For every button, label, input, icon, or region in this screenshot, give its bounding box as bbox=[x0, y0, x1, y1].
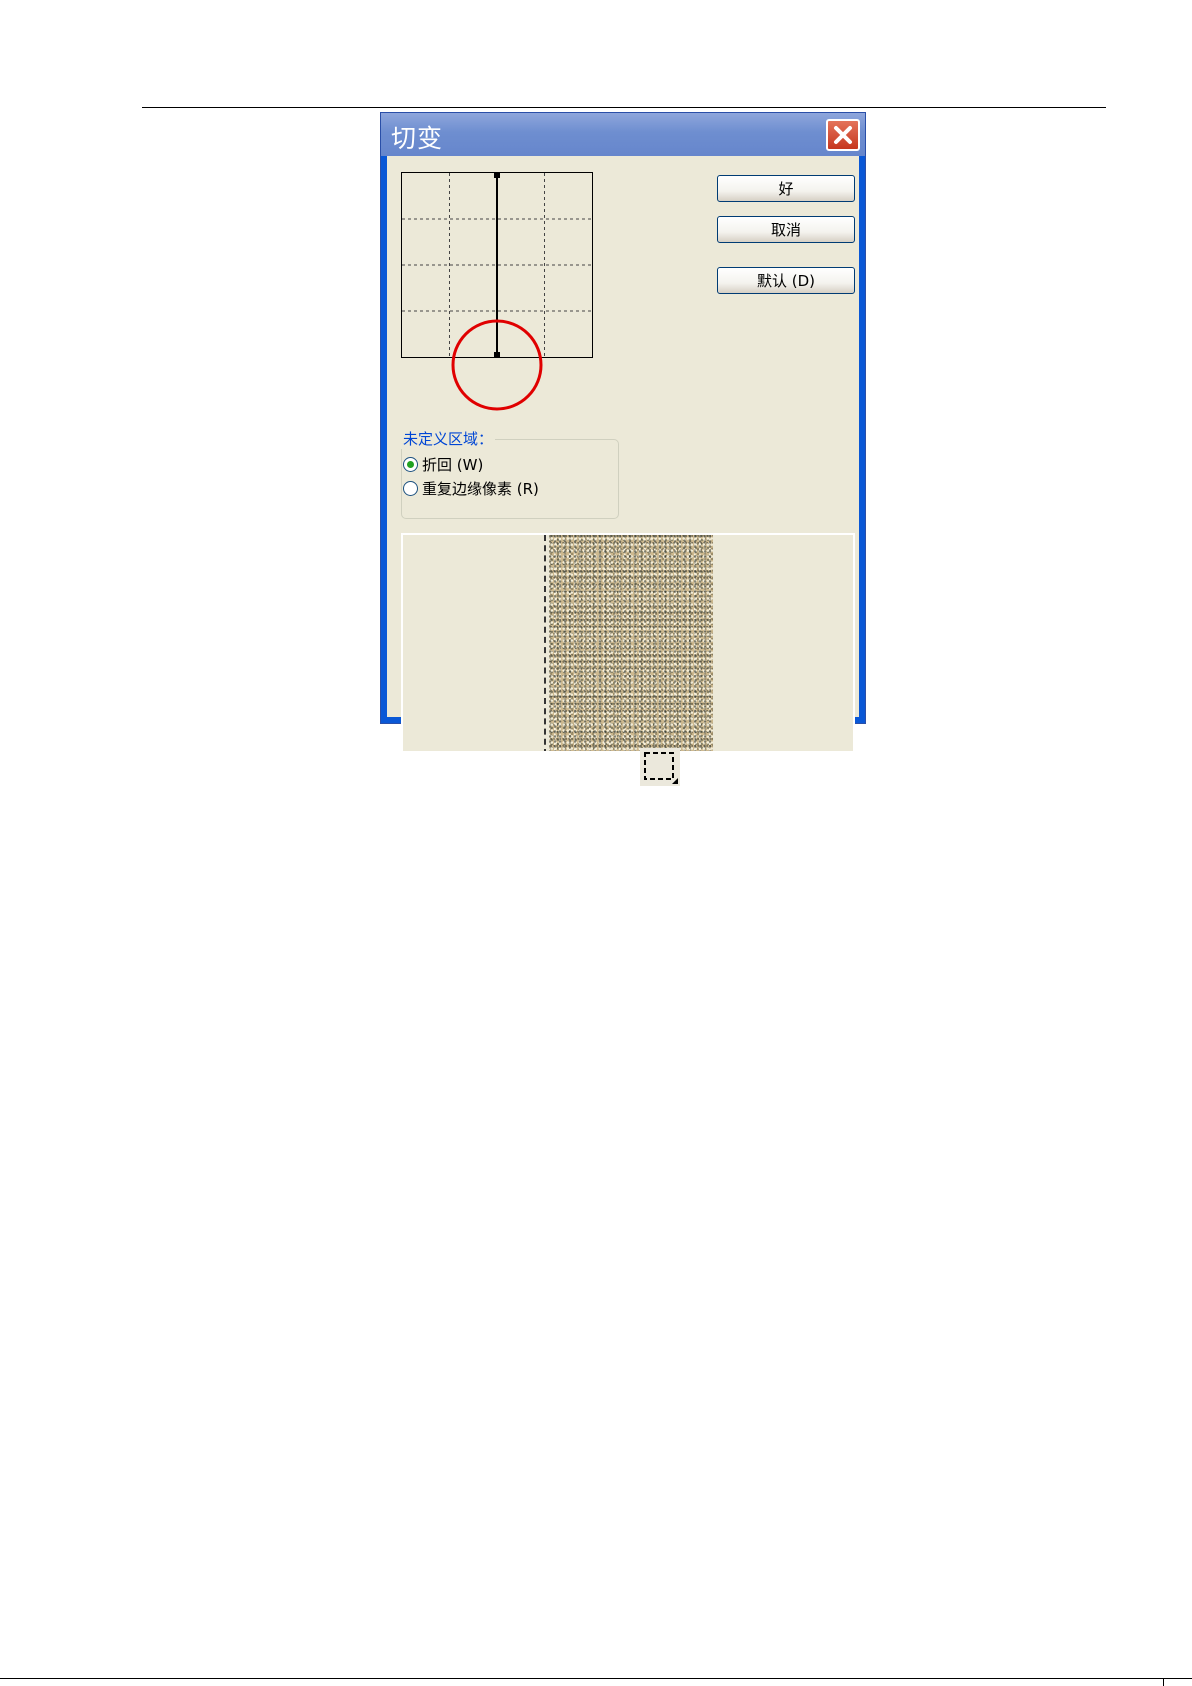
title-bar[interactable]: 切变 bbox=[381, 113, 865, 156]
close-icon bbox=[834, 126, 852, 144]
shear-dialog: 切变 好 取消 默认 (D) 未定义区域： 折回 (W) 重复边缘像素 (R) bbox=[380, 112, 866, 753]
radio-button-checked[interactable] bbox=[403, 457, 418, 472]
default-button[interactable]: 默认 (D) bbox=[717, 267, 855, 294]
cancel-button[interactable]: 取消 bbox=[717, 216, 855, 243]
radio-button-unchecked[interactable] bbox=[403, 481, 418, 496]
marquee-icon-glyph bbox=[644, 752, 678, 784]
close-button[interactable] bbox=[826, 119, 860, 151]
curve-top-handle[interactable] bbox=[494, 173, 500, 178]
undefined-area-legend: 未定义区域： bbox=[401, 428, 496, 449]
dialog-title: 切变 bbox=[391, 124, 444, 153]
radio-repeat-edge-pixels[interactable]: 重复边缘像素 (R) bbox=[403, 478, 539, 499]
radio-wrap-around[interactable]: 折回 (W) bbox=[403, 454, 483, 475]
header-rule bbox=[142, 107, 1106, 108]
radio-wrap-around-label: 折回 (W) bbox=[422, 456, 484, 474]
preview-image bbox=[549, 535, 713, 751]
preview-selection-edge bbox=[544, 535, 546, 751]
preview-pane bbox=[401, 533, 855, 753]
highlight-circle bbox=[451, 319, 543, 411]
dialog-client-area: 好 取消 默认 (D) 未定义区域： 折回 (W) 重复边缘像素 (R) bbox=[387, 156, 859, 753]
ok-button[interactable]: 好 bbox=[717, 175, 855, 202]
rectangular-marquee-icon[interactable] bbox=[640, 748, 680, 786]
radio-repeat-edge-pixels-label: 重复边缘像素 (R) bbox=[422, 480, 539, 498]
footer-rule bbox=[0, 1678, 1192, 1679]
